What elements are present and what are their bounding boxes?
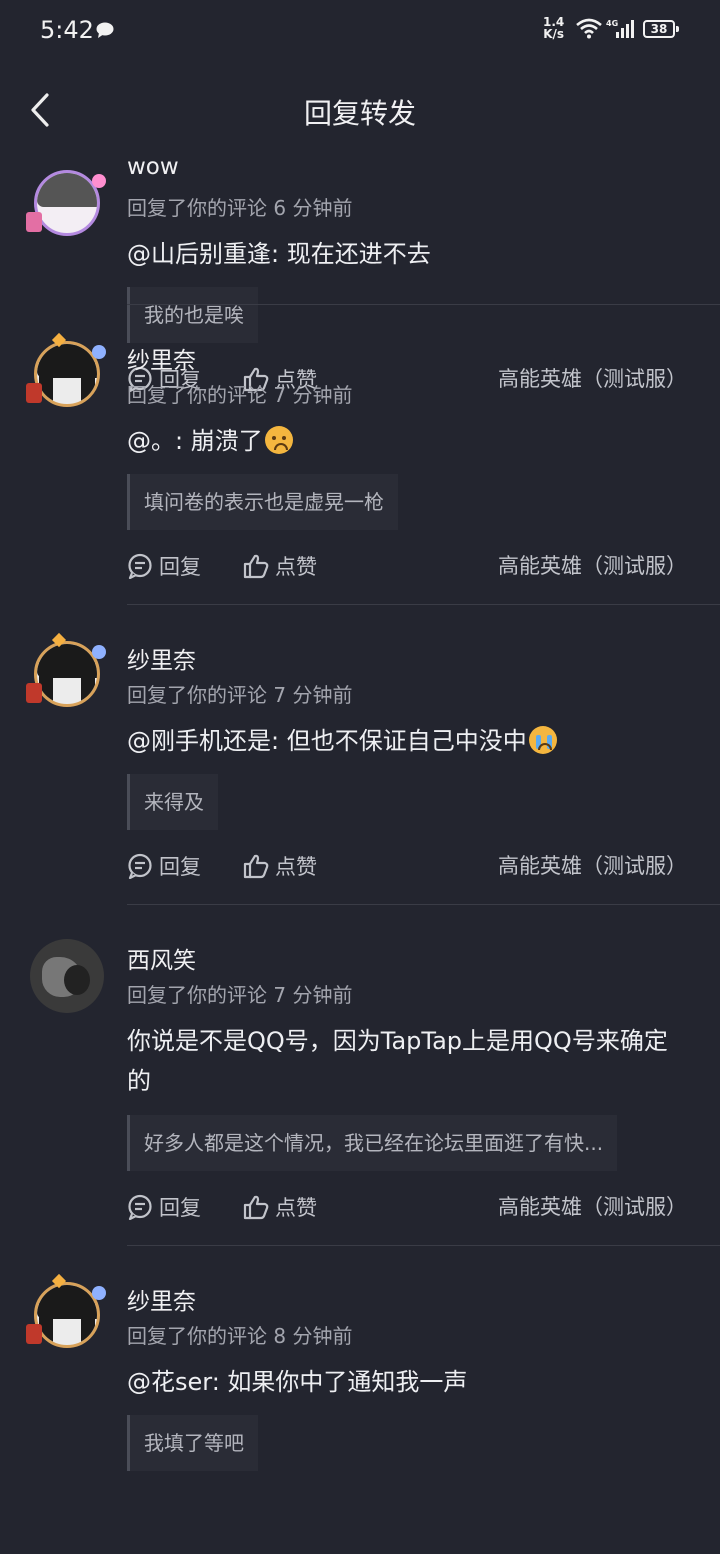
reply-button-label: 回复 bbox=[159, 855, 201, 879]
reply-meta: 回复了你的评论 8 分钟前 bbox=[127, 1324, 353, 1348]
like-button[interactable]: 点赞 bbox=[243, 548, 317, 584]
username[interactable]: 纱里奈 bbox=[127, 1282, 196, 1316]
reply-message-text: @刚手机还是: 但也不保证自己中没中 bbox=[127, 727, 527, 755]
crying-face-emoji bbox=[528, 726, 557, 754]
quoted-comment[interactable]: 来得及 bbox=[127, 774, 218, 830]
message-notification-icon bbox=[96, 22, 114, 38]
reply-meta: 回复了你的评论 7 分钟前 bbox=[127, 983, 353, 1007]
quoted-comment[interactable]: 填问卷的表示也是虚晃一枪 bbox=[127, 474, 398, 530]
battery-indicator: 38 bbox=[643, 20, 679, 38]
comment-icon bbox=[128, 1194, 152, 1220]
like-button[interactable]: 点赞 bbox=[243, 848, 317, 884]
like-button[interactable]: 点赞 bbox=[243, 1189, 317, 1225]
reply-card: wow 回复了你的评论 6 分钟前 @山后别重逢: 现在还进不去 我的也是唉 回… bbox=[0, 152, 720, 392]
like-button-label: 点赞 bbox=[275, 555, 317, 579]
thumbs-up-icon bbox=[243, 854, 269, 879]
reply-card: 纱里奈 回复了你的评论 7 分钟前 @。: 崩溃了 填问卷的表示也是虚晃一枪 回… bbox=[0, 305, 720, 604]
like-button-label: 点赞 bbox=[275, 855, 317, 879]
reply-card: 纱里奈 回复了你的评论 8 分钟前 @花ser: 如果你中了通知我一声 我填了等… bbox=[0, 1246, 720, 1506]
status-time: 5:42 bbox=[40, 16, 94, 44]
reply-message[interactable]: @。: 崩溃了 bbox=[127, 421, 687, 461]
game-tag[interactable]: 高能英雄（测试服） bbox=[498, 1189, 687, 1225]
avatar[interactable] bbox=[24, 332, 108, 419]
network-speed-unit: K/s bbox=[543, 27, 565, 41]
like-button-label: 点赞 bbox=[275, 1196, 317, 1220]
comment-icon bbox=[128, 853, 152, 879]
game-tag[interactable]: 高能英雄（测试服） bbox=[498, 548, 687, 584]
reply-message[interactable]: @花ser: 如果你中了通知我一声 bbox=[127, 1362, 687, 1402]
avatar[interactable] bbox=[24, 164, 108, 248]
reply-message[interactable]: @山后别重逢: 现在还进不去 bbox=[127, 234, 687, 274]
reply-button-label: 回复 bbox=[159, 555, 201, 579]
nav-bar: 回复转发 bbox=[0, 78, 720, 142]
username[interactable]: 纱里奈 bbox=[127, 641, 196, 675]
username[interactable]: 纱里奈 bbox=[127, 341, 196, 375]
upside-down-face-emoji bbox=[264, 426, 293, 454]
quoted-comment[interactable]: 好多人都是这个情况，我已经在论坛里面逛了有快... bbox=[127, 1115, 618, 1171]
status-bar: 5:42 1.4 K/s 4G 38 bbox=[0, 0, 720, 60]
reply-meta: 回复了你的评论 7 分钟前 bbox=[127, 683, 353, 707]
reply-feed[interactable]: wow 回复了你的评论 6 分钟前 @山后别重逢: 现在还进不去 我的也是唉 回… bbox=[0, 152, 720, 1554]
reply-message-text: @。: 崩溃了 bbox=[127, 427, 263, 455]
network-speed: 1.4 K/s bbox=[543, 16, 564, 40]
reply-button[interactable]: 回复 bbox=[127, 848, 201, 884]
avatar[interactable] bbox=[24, 1273, 108, 1360]
avatar[interactable] bbox=[24, 935, 108, 1019]
reply-meta: 回复了你的评论 6 分钟前 bbox=[127, 196, 353, 220]
cellular-signal-icon: 4G bbox=[606, 19, 634, 38]
reply-card: 纱里奈 回复了你的评论 7 分钟前 @刚手机还是: 但也不保证自己中没中 来得及… bbox=[0, 605, 720, 904]
reply-message[interactable]: @刚手机还是: 但也不保证自己中没中 bbox=[127, 721, 687, 761]
wifi-icon bbox=[576, 18, 602, 39]
reply-actions: 回复 点赞 高能英雄（测试服） bbox=[127, 548, 687, 584]
username[interactable]: wow bbox=[127, 154, 179, 180]
network-type-label: 4G bbox=[606, 19, 618, 28]
reply-message[interactable]: 你说是不是QQ号，因为TapTap上是用QQ号来确定的 bbox=[127, 1021, 687, 1101]
game-tag[interactable]: 高能英雄（测试服） bbox=[498, 848, 687, 884]
username[interactable]: 西风笑 bbox=[127, 941, 196, 975]
avatar[interactable] bbox=[24, 632, 108, 719]
reply-meta: 回复了你的评论 7 分钟前 bbox=[127, 383, 353, 407]
reply-actions: 回复 点赞 高能英雄（测试服） bbox=[127, 848, 687, 884]
comment-icon bbox=[128, 553, 152, 579]
reply-card: 西风笑 回复了你的评论 7 分钟前 你说是不是QQ号，因为TapTap上是用QQ… bbox=[0, 905, 720, 1245]
quoted-comment[interactable]: 我填了等吧 bbox=[127, 1415, 258, 1471]
thumbs-up-icon bbox=[243, 554, 269, 579]
reply-button[interactable]: 回复 bbox=[127, 1189, 201, 1225]
thumbs-up-icon bbox=[243, 1195, 269, 1220]
reply-actions: 回复 点赞 高能英雄（测试服） bbox=[127, 1189, 687, 1225]
page-title: 回复转发 bbox=[303, 97, 416, 130]
reply-button[interactable]: 回复 bbox=[127, 548, 201, 584]
reply-button-label: 回复 bbox=[159, 1196, 201, 1220]
